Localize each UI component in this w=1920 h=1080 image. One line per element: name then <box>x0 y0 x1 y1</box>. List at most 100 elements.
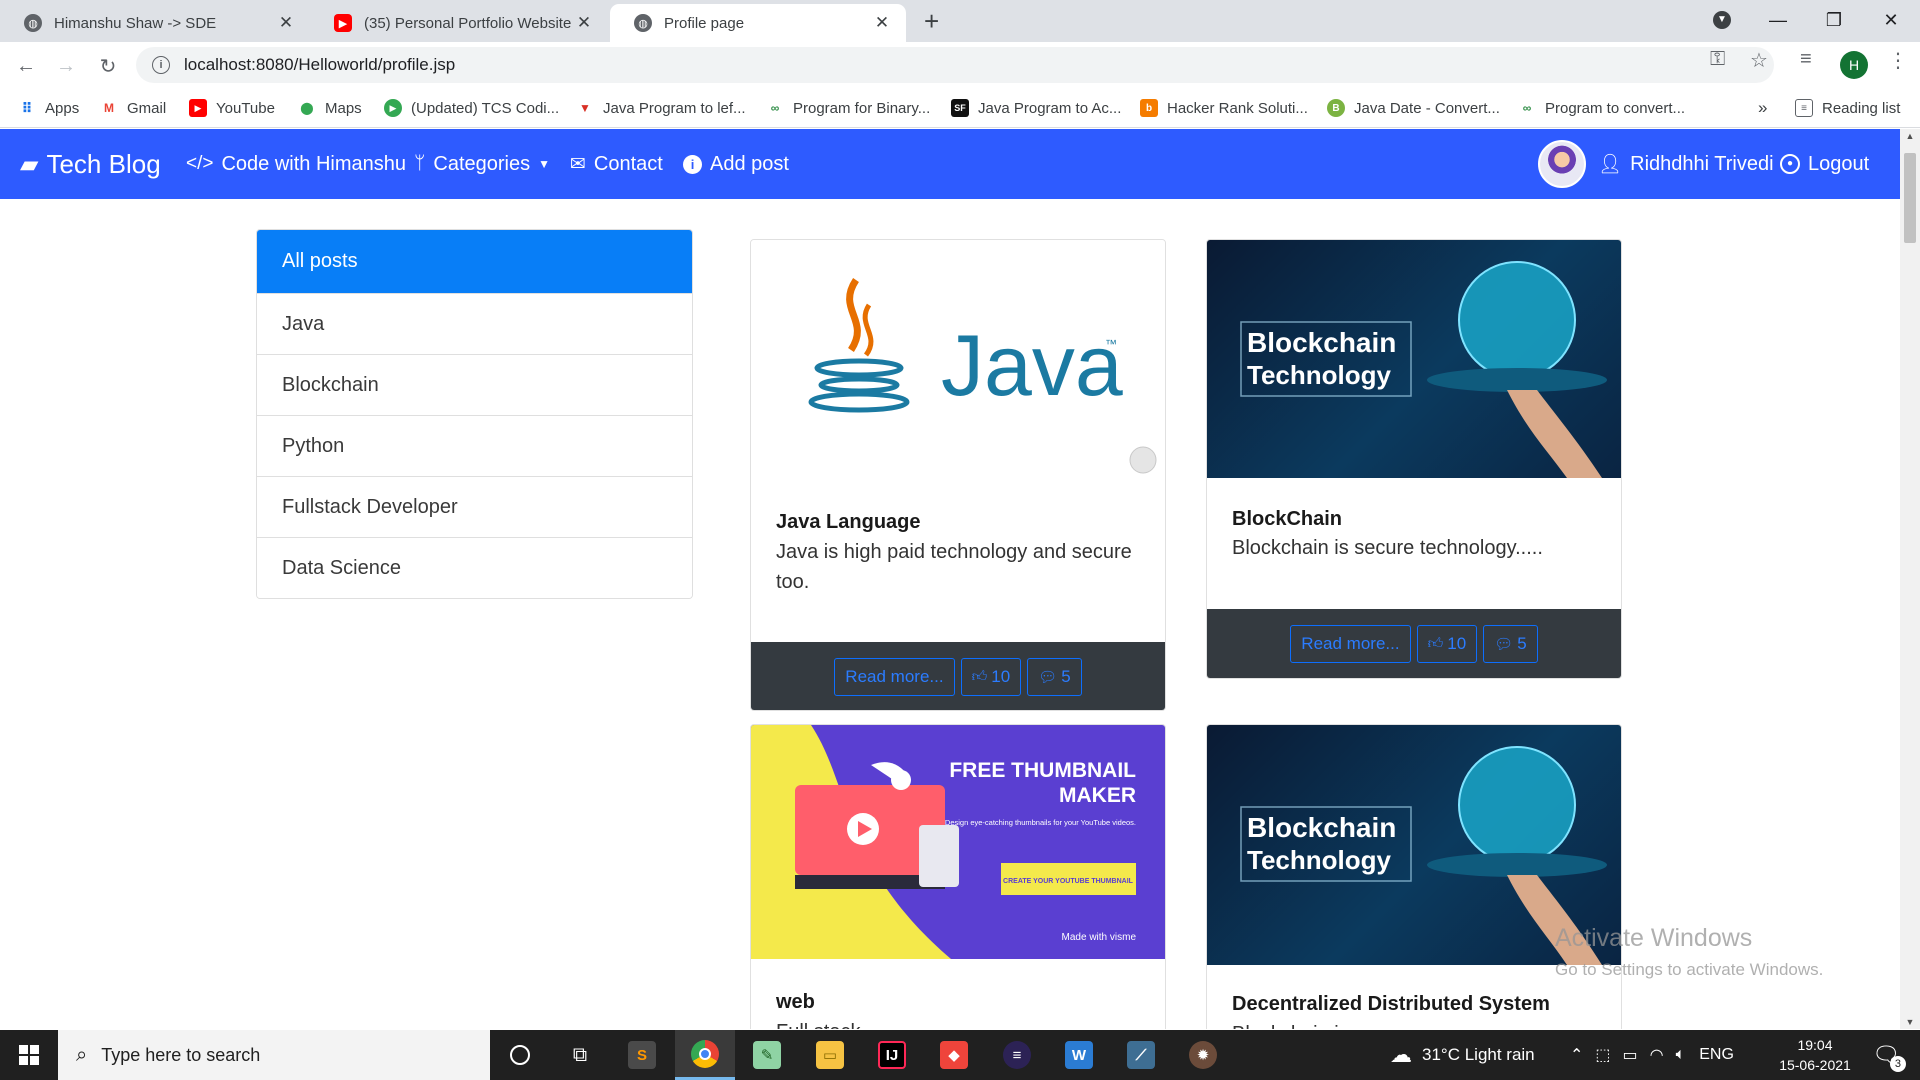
browser-tab-himanshu[interactable]: ◍ Himanshu Shaw -> SDE ✕ <box>0 4 310 42</box>
meet-now-icon[interactable]: ⬚ <box>1595 1045 1610 1065</box>
clock[interactable]: 19:04 15-06-2021 <box>1760 1030 1870 1080</box>
close-window-icon[interactable]: ✕ <box>1862 0 1920 40</box>
taskbar-search-box[interactable]: ⌕ Type here to search <box>58 1030 490 1080</box>
category-java[interactable]: Java <box>257 293 692 354</box>
close-tab-icon[interactable]: ✕ <box>276 13 296 33</box>
bookmark-youtube[interactable]: ▶ YouTube <box>189 88 275 128</box>
bookmark-label: YouTube <box>216 99 275 117</box>
globe-icon: ◍ <box>634 14 652 32</box>
bookmarks-overflow-button[interactable]: » <box>1758 88 1767 128</box>
post-image-blockchain: Blockchain Technology <box>1207 240 1621 478</box>
bookmark-label: Gmail <box>127 99 167 117</box>
page-scrollbar[interactable]: ▲ ▼ <box>1900 129 1920 1029</box>
bookmark-binary[interactable]: ∞ Program for Binary... <box>766 88 931 128</box>
bookmark-label: Hacker Rank Soluti... <box>1167 99 1308 117</box>
bookmark-hackerrank[interactable]: b Hacker Rank Soluti... <box>1140 88 1308 128</box>
read-more-button[interactable]: Read more... <box>1290 625 1411 663</box>
bookmark-apps[interactable]: ⠿ Apps <box>18 88 80 128</box>
bookmark-java-ac[interactable]: SF Java Program to Ac... <box>951 88 1121 128</box>
cortana-button[interactable] <box>490 1030 550 1080</box>
search-placeholder: Type here to search <box>101 1044 261 1065</box>
bookmark-convert[interactable]: ∞ Program to convert... <box>1518 88 1685 128</box>
nav-categories-dropdown[interactable]: ᛘ Categories ▼ <box>414 129 550 199</box>
bookmark-icon: ∞ <box>1522 101 1532 115</box>
bookmark-java-left[interactable]: ▼ Java Program to lef... <box>576 88 746 128</box>
gear-icon: ✹ <box>1189 1041 1217 1069</box>
nav-user-link[interactable]: 👤︎ Ridhdhhi Trivedi <box>1598 129 1774 199</box>
taskbar-file-explorer[interactable]: ▭ <box>800 1030 860 1080</box>
bookmark-tcs[interactable]: ▶ (Updated) TCS Codi... <box>384 88 559 128</box>
nav-code-link[interactable]: </> Code with Himanshu <box>186 129 406 199</box>
volume-icon[interactable]: 🔈︎ <box>1676 1046 1686 1064</box>
taskbar-notepadpp[interactable]: ✎ <box>737 1030 797 1080</box>
nav-contact-link[interactable]: ✉ Contact <box>570 129 663 199</box>
taskbar-chrome[interactable] <box>675 1030 735 1080</box>
taskbar-mysql[interactable]: ⟋ <box>1111 1030 1171 1080</box>
key-icon[interactable]: ⚿ <box>1710 48 1725 71</box>
language-indicator[interactable]: ENG <box>1699 1046 1734 1064</box>
web-page-viewport: ▰ Tech Blog </> Code with Himanshu ᛘ Cat… <box>0 129 1900 1029</box>
category-fullstack[interactable]: Fullstack Developer <box>257 476 692 537</box>
taskbar-anydesk[interactable]: ◆ <box>924 1030 984 1080</box>
comment-button[interactable]: 💬︎ 5 <box>1027 658 1082 696</box>
wifi-icon[interactable]: ◠ <box>1650 1045 1664 1065</box>
forward-icon[interactable]: → <box>50 50 82 82</box>
address-bar[interactable]: i localhost:8080/Helloworld/profile.jsp <box>136 47 1774 83</box>
like-button[interactable]: 👍︎ 10 <box>960 658 1022 696</box>
restore-icon[interactable]: ❐ <box>1805 0 1863 40</box>
bookmark-label: Java Program to lef... <box>603 99 746 117</box>
post-card-web: FREE THUMBNAIL MAKER Design eye-catching… <box>750 724 1166 1029</box>
envelope-icon: ✉ <box>570 153 586 175</box>
tray-icons[interactable]: ⌃ ⬚ ▭ ◠ 🔈︎ ENG <box>1570 1030 1734 1080</box>
close-tab-icon[interactable]: ✕ <box>872 13 892 33</box>
tab-search-icon[interactable]: ▼ <box>1693 0 1751 40</box>
category-blockchain[interactable]: Blockchain <box>257 354 692 415</box>
browser-tab-profile[interactable]: ◍ Profile page ✕ <box>610 4 906 42</box>
bookmark-gmail[interactable]: M Gmail <box>100 88 166 128</box>
star-icon[interactable]: ☆ <box>1750 48 1768 73</box>
bookmark-label: Program to convert... <box>1545 99 1686 117</box>
svg-text:Technology: Technology <box>1247 360 1392 390</box>
taskbar-settings-app[interactable]: ✹ <box>1173 1030 1233 1080</box>
scroll-up-arrow-icon[interactable]: ▲ <box>1900 131 1920 141</box>
site-info-icon[interactable]: i <box>152 56 170 74</box>
browser-tab-youtube[interactable]: ▶ (35) Personal Portfolio Website u ✕ <box>310 4 608 42</box>
menu-dots-icon[interactable]: ⋮ <box>1888 48 1908 73</box>
nav-add-post-link[interactable]: i Add post <box>683 129 789 199</box>
close-tab-icon[interactable]: ✕ <box>574 13 594 33</box>
media-control-icon[interactable]: ≡ <box>1800 48 1812 71</box>
comment-button[interactable]: 💬︎ 5 <box>1483 625 1538 663</box>
nav-logout-link[interactable]: ● Logout <box>1780 129 1869 199</box>
chevron-up-icon[interactable]: ⌃ <box>1570 1045 1583 1065</box>
user-avatar[interactable] <box>1538 140 1586 188</box>
profile-avatar[interactable]: H <box>1840 51 1868 79</box>
brand-link[interactable]: ▰ Tech Blog <box>20 129 161 199</box>
bookmark-java-date[interactable]: B Java Date - Convert... <box>1327 88 1500 128</box>
task-view-button[interactable]: ⧉ <box>550 1030 610 1080</box>
minimize-icon[interactable]: — <box>1749 0 1807 40</box>
bookmark-maps[interactable]: ⬤ Maps <box>298 88 361 128</box>
windows-start-button[interactable] <box>0 1030 58 1080</box>
taskbar-eclipse[interactable]: ≡ <box>987 1030 1047 1080</box>
reading-list-button[interactable]: ≡ Reading list <box>1795 88 1900 128</box>
reading-list-label: Reading list <box>1822 99 1901 117</box>
taskbar-sublime[interactable]: S <box>612 1030 672 1080</box>
new-tab-button[interactable]: + <box>924 6 939 37</box>
category-all-posts[interactable]: All posts <box>257 230 692 293</box>
category-data-science[interactable]: Data Science <box>257 537 692 598</box>
bookmark-icon: B <box>1327 99 1345 117</box>
category-python[interactable]: Python <box>257 415 692 476</box>
back-icon[interactable]: ← <box>10 50 42 82</box>
bookmark-icon: ∞ <box>770 101 780 115</box>
read-more-button[interactable]: Read more... <box>834 658 955 696</box>
taskbar-intellij[interactable]: IJ <box>862 1030 922 1080</box>
like-button[interactable]: 👍︎ 10 <box>1416 625 1478 663</box>
task-view-icon: ⧉ <box>572 1043 588 1066</box>
battery-icon[interactable]: ▭ <box>1623 1045 1638 1065</box>
scrollbar-thumb[interactable] <box>1904 153 1916 243</box>
scroll-down-arrow-icon[interactable]: ▼ <box>1900 1017 1920 1027</box>
notification-center-button[interactable]: 🗨︎ 3 <box>1872 1030 1906 1080</box>
weather-widget[interactable]: ☁ 31°C Light rain <box>1390 1030 1535 1080</box>
taskbar-word[interactable]: W <box>1049 1030 1109 1080</box>
reload-icon[interactable]: ↻ <box>92 50 124 82</box>
